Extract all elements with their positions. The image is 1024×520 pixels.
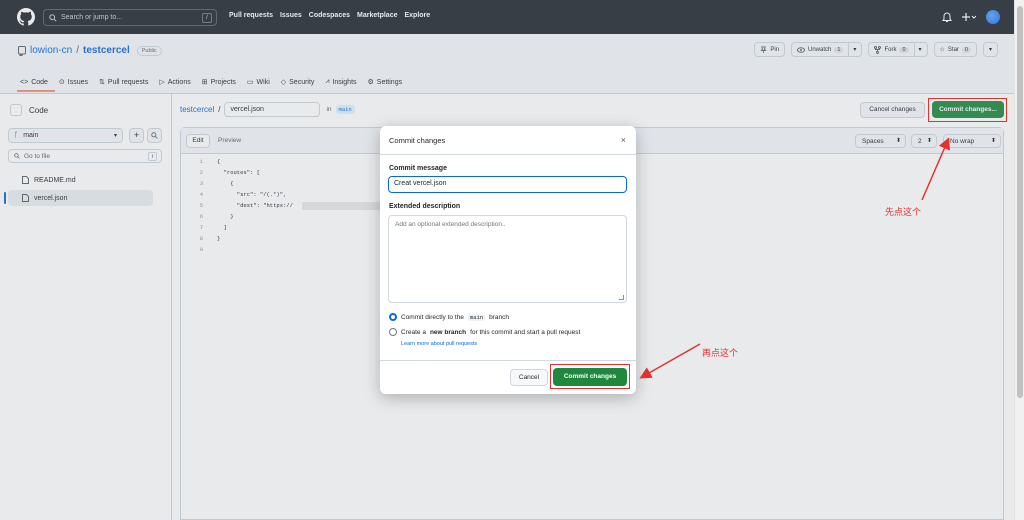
commit-dialog: Commit changes × Commit message Creat ve… [380,126,636,394]
option-text: branch [489,313,509,321]
radio-new-branch[interactable] [389,328,397,336]
scrollbar-thumb[interactable] [1017,6,1023,398]
commit-message-label: Commit message [389,165,447,172]
option-text-bold: new branch [429,328,467,336]
cancel-button[interactable]: Cancel [510,369,548,386]
learn-more-link[interactable]: Learn more about pull requests [401,341,477,347]
option-text: Create a [401,328,426,336]
option-new-branch[interactable]: Create a new branch for this commit and … [389,328,580,336]
option-branch-chip: main [467,313,486,321]
option-text: for this commit and start a pull request [470,328,581,336]
highlight-box-commit-dialog [550,364,630,389]
description-placeholder: Add an optional extended description.. [395,221,506,228]
annotation-second-step: 再点这个 [702,348,739,358]
close-icon[interactable]: × [621,135,626,145]
radio-commit-directly[interactable] [389,313,397,321]
page-scrollbar[interactable] [1014,0,1024,520]
annotation-first-step: 先点这个 [885,207,922,217]
resize-handle-icon[interactable] [619,295,624,300]
extended-description-label: Extended description [389,203,461,210]
extended-description-textarea[interactable]: Add an optional extended description.. [388,215,627,303]
dialog-header: Commit changes × [380,126,636,155]
highlight-box-commit-top [928,98,1007,122]
option-commit-directly[interactable]: Commit directly to the main branch [389,313,509,321]
commit-message-input[interactable]: Creat vercel.json [388,176,627,193]
option-text: Commit directly to the [401,313,464,321]
dialog-title: Commit changes [389,136,446,145]
